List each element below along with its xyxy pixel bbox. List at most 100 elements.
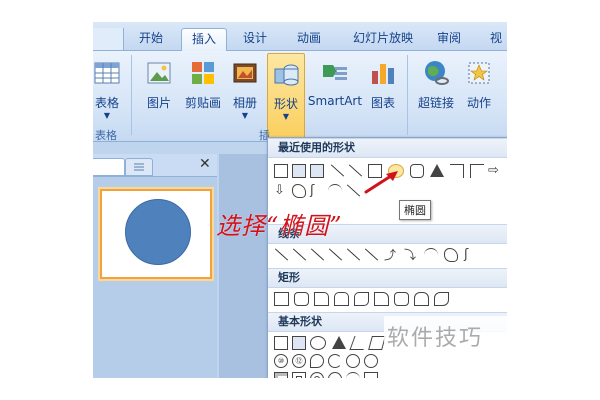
slides-pane [93, 177, 217, 378]
basic-right-triangle-icon[interactable] [349, 336, 369, 350]
curved-arrow-connector-icon[interactable]: ⤵ [404, 248, 418, 262]
round-single-corner-icon[interactable] [394, 292, 409, 306]
clipart-button[interactable]: 剪贴画 [181, 53, 225, 137]
album-button-label: 相册 [232, 96, 257, 110]
line-arrow-icon[interactable] [292, 248, 306, 262]
chart-button[interactable]: 图表 [365, 53, 401, 137]
line-icon[interactable] [274, 248, 288, 262]
curved-connector-icon[interactable]: ⤴ [384, 248, 398, 262]
double-arrow-line-icon[interactable] [310, 248, 324, 262]
basic-oval-icon[interactable] [310, 336, 326, 350]
action-button-label: 动作 [466, 96, 491, 110]
tab-view[interactable]: 视 [485, 28, 507, 50]
tab-outline[interactable] [125, 158, 153, 176]
donut-icon[interactable] [310, 372, 324, 378]
cube-icon[interactable] [274, 372, 288, 378]
shapes-button-label: 形状 [273, 97, 298, 111]
freeform-shape-icon[interactable] [292, 184, 306, 198]
group-separator [407, 55, 408, 135]
arrow-line-shape-icon[interactable] [348, 164, 362, 178]
clipart-button-label: 剪贴画 [184, 96, 221, 110]
hyperlink-button[interactable]: 超链接 [415, 53, 457, 137]
close-icon[interactable]: ✕ [199, 156, 211, 172]
smartart-button-label: SmartArt [307, 94, 363, 108]
annotation-arrow-icon [364, 171, 398, 194]
tab-slides[interactable] [93, 158, 125, 176]
curve-shape-icon[interactable] [346, 184, 360, 198]
oval-shape[interactable] [125, 199, 191, 265]
scribble-shape-icon[interactable]: ʃ [310, 184, 324, 198]
round-same-side-icon[interactable] [414, 292, 429, 306]
slides-pane-tabs: ✕ [93, 154, 217, 177]
tab-review[interactable]: 审阅 [429, 28, 469, 50]
vertical-text-shape-icon[interactable] [310, 164, 324, 178]
chevron-down-icon: ▼ [241, 111, 249, 120]
dodecagon-12-icon[interactable]: ⑫ [292, 354, 306, 368]
triangle-shape-icon[interactable] [430, 164, 444, 177]
section-recent-shapes: 最近使用的形状 [268, 138, 507, 158]
block-arc-icon[interactable] [346, 372, 360, 378]
pie-icon[interactable] [310, 354, 324, 368]
scribble-line-icon[interactable]: ʃ [464, 248, 478, 262]
snip-same-side-icon[interactable] [334, 292, 349, 306]
action-button[interactable]: 动作 [461, 53, 497, 137]
snip-round-icon[interactable] [374, 292, 389, 306]
action-star-icon [468, 62, 490, 84]
curve-icon[interactable] [424, 248, 438, 262]
picture-button[interactable]: 图片 [141, 53, 177, 137]
office-button-edge[interactable] [93, 28, 124, 50]
chevron-down-icon: ▼ [103, 111, 111, 120]
table-icon [94, 62, 120, 84]
group-separator [131, 55, 132, 135]
line-shape-icon[interactable] [330, 164, 344, 178]
elbow-arrow-line-icon[interactable] [346, 248, 360, 262]
ribbon-insert-panel: 表格 ▼ 图片 剪贴画 相册 ▼ 形状 ▼ SmartArt 图表 超链接 动作 [93, 51, 507, 142]
hyperlink-button-label: 超链接 [417, 96, 454, 110]
frame-icon[interactable] [364, 354, 378, 368]
basic-triangle-icon[interactable] [332, 336, 346, 349]
elbow-double-arrow-icon[interactable] [364, 248, 378, 262]
round-diagonal-icon[interactable] [434, 292, 449, 306]
wordart-shape-icon[interactable] [292, 164, 306, 178]
picture-icon [147, 62, 171, 84]
basic-textbox-icon[interactable] [274, 336, 288, 350]
tab-insert[interactable]: 插入 [181, 28, 227, 51]
elbow-connector-shape-icon[interactable] [450, 164, 464, 178]
right-arrow-shape-icon[interactable]: ⇨ [488, 164, 502, 178]
outline-icon [134, 163, 144, 171]
table-button-label: 表格 [94, 96, 119, 110]
bar-chart-icon [372, 64, 394, 84]
elbow-line-icon[interactable] [328, 248, 342, 262]
oval-tooltip: 椭圆 [399, 200, 431, 220]
rectangle-icon[interactable] [274, 292, 289, 306]
chevron-down-icon: ▼ [282, 112, 290, 121]
bevel-icon[interactable] [292, 372, 306, 378]
smartart-button[interactable]: SmartArt [307, 53, 363, 137]
red-handwritten-annotation: 选择“椭圆” [216, 212, 343, 240]
tab-design[interactable]: 设计 [235, 28, 275, 50]
octagon-10-icon[interactable]: ⑩ [274, 354, 288, 368]
elbow-arrow-shape-icon[interactable] [470, 164, 484, 178]
tab-animations[interactable]: 动画 [289, 28, 329, 50]
textbox-shape-icon[interactable] [274, 164, 288, 178]
no-symbol-icon[interactable] [328, 372, 342, 378]
arc-shape-icon[interactable] [328, 184, 342, 198]
chord-icon[interactable] [328, 354, 342, 368]
tab-home[interactable]: 开始 [131, 28, 171, 50]
teardrop-icon[interactable] [346, 354, 360, 368]
rounded-rectangle-shape-icon[interactable] [410, 164, 424, 178]
rounded-rectangle-icon[interactable] [294, 292, 309, 306]
basic-vertical-textbox-icon[interactable] [292, 336, 306, 350]
clipart-icon [192, 62, 214, 84]
slide-thumbnail[interactable] [100, 189, 212, 279]
album-button[interactable]: 相册 ▼ [227, 53, 263, 137]
tab-slideshow[interactable]: 幻灯片放映 [343, 28, 423, 50]
snip-diagonal-icon[interactable] [354, 292, 369, 306]
snip-single-corner-icon[interactable] [314, 292, 329, 306]
folded-corner-icon[interactable] [364, 372, 378, 378]
table-button[interactable]: 表格 ▼ [93, 53, 125, 137]
freeform-line-icon[interactable] [444, 248, 458, 262]
down-arrow-shape-icon[interactable]: ⇩ [274, 184, 288, 198]
section-rectangles: 矩形 [268, 268, 507, 288]
shapes-button[interactable]: 形状 ▼ [267, 53, 305, 139]
